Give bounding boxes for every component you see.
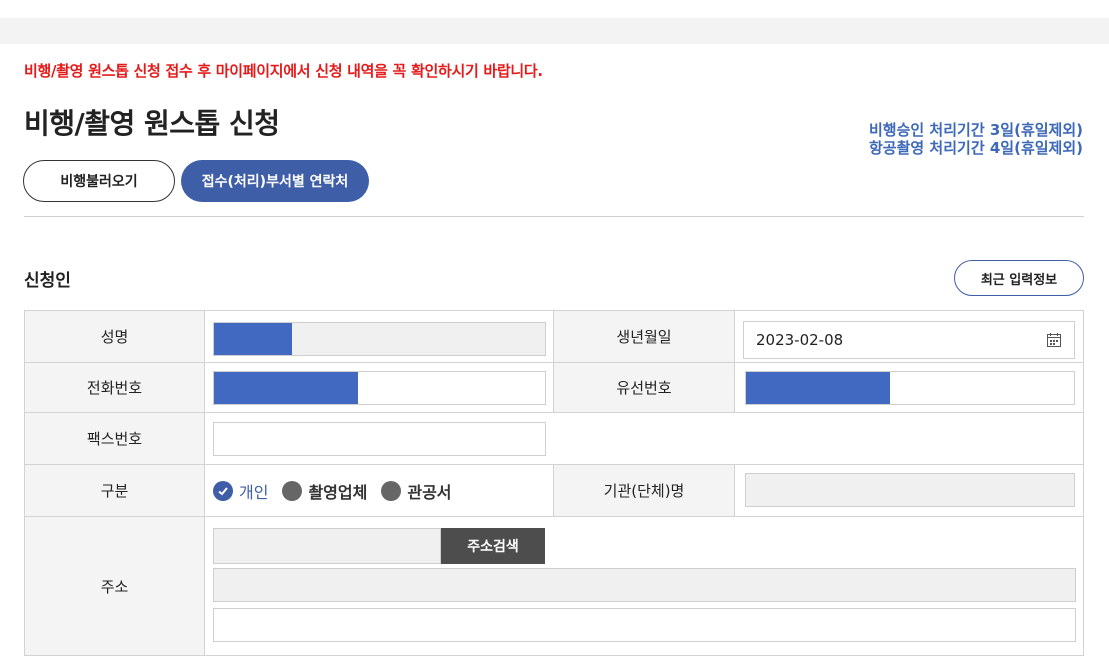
phone-field[interactable] [213, 371, 546, 405]
address-label: 주소 [25, 517, 205, 655]
recent-info-button[interactable]: 최근 입력정보 [954, 260, 1084, 296]
contacts-button[interactable]: 접수(처리)부서별 연락처 [181, 160, 369, 202]
landline-label: 유선번호 [553, 363, 735, 412]
birth-date-field[interactable]: 2023-02-08 [743, 321, 1075, 359]
org-label: 기관(단체)명 [553, 465, 735, 516]
form-row-phone: 전화번호 유선번호 [25, 363, 1083, 413]
fax-label: 팩스번호 [25, 413, 205, 464]
radio-label: 촬영업체 [308, 482, 368, 502]
form-row-name: 성명 생년월일 2023-02-08 [25, 311, 1083, 363]
load-flight-button[interactable]: 비행불러오기 [23, 160, 175, 202]
radio-government[interactable]: 관공서 [381, 479, 452, 503]
type-label: 구분 [25, 465, 205, 516]
form-row-fax: 팩스번호 [25, 413, 1083, 465]
section-title-applicant: 신청인 [24, 271, 71, 291]
radio-label: 관공서 [407, 482, 452, 502]
radio-label: 개인 [239, 482, 269, 502]
notice-text: 비행/촬영 원스톱 신청 접수 후 마이페이지에서 신청 내역을 꼭 확인하시기… [24, 62, 543, 80]
name-label: 성명 [25, 311, 205, 362]
landline-field[interactable] [745, 371, 1075, 405]
top-bar [0, 18, 1109, 44]
birth-label: 생년월일 [553, 311, 735, 362]
birth-date-value: 2023-02-08 [756, 331, 844, 349]
address-search-button[interactable]: 주소검색 [441, 528, 545, 564]
address-line2-field[interactable] [213, 608, 1076, 642]
page-title: 비행/촬영 원스톱 신청 [24, 107, 280, 140]
type-radio-group: 개인 촬영업체 관공서 [213, 465, 452, 516]
redacted-value [214, 372, 358, 404]
applicant-form: 성명 생년월일 2023-02-08 전화번호 유선번호 팩스번호 구분 개인 … [24, 310, 1084, 656]
redacted-value [214, 323, 292, 355]
divider [24, 216, 1084, 217]
redacted-value [746, 372, 890, 404]
org-name-field[interactable] [745, 473, 1075, 507]
processing-period: 비행승인 처리기간 3일(휴일제외) 항공촬영 처리기간 4일(휴일제외) [869, 121, 1083, 157]
check-icon [213, 480, 233, 501]
radio-dot-icon [381, 480, 402, 501]
radio-photo-company[interactable]: 촬영업체 [282, 479, 367, 503]
fax-field[interactable] [213, 422, 546, 456]
form-row-type: 구분 개인 촬영업체 관공서 기관(단체)명 [25, 465, 1083, 517]
page: 비행/촬영 원스톱 신청 접수 후 마이페이지에서 신청 내역을 꼭 확인하시기… [0, 0, 1109, 664]
address-line1-field[interactable] [213, 568, 1076, 602]
aerial-photo-period: 항공촬영 처리기간 4일(휴일제외) [869, 139, 1083, 157]
name-field[interactable] [213, 322, 546, 356]
form-row-address: 주소 주소검색 [25, 517, 1083, 655]
flight-approval-period: 비행승인 처리기간 3일(휴일제외) [869, 121, 1083, 139]
postal-code-field[interactable] [213, 528, 441, 564]
radio-dot-icon [282, 480, 303, 501]
radio-individual[interactable]: 개인 [213, 479, 268, 503]
phone-label: 전화번호 [25, 363, 205, 412]
calendar-icon[interactable] [1046, 332, 1062, 348]
